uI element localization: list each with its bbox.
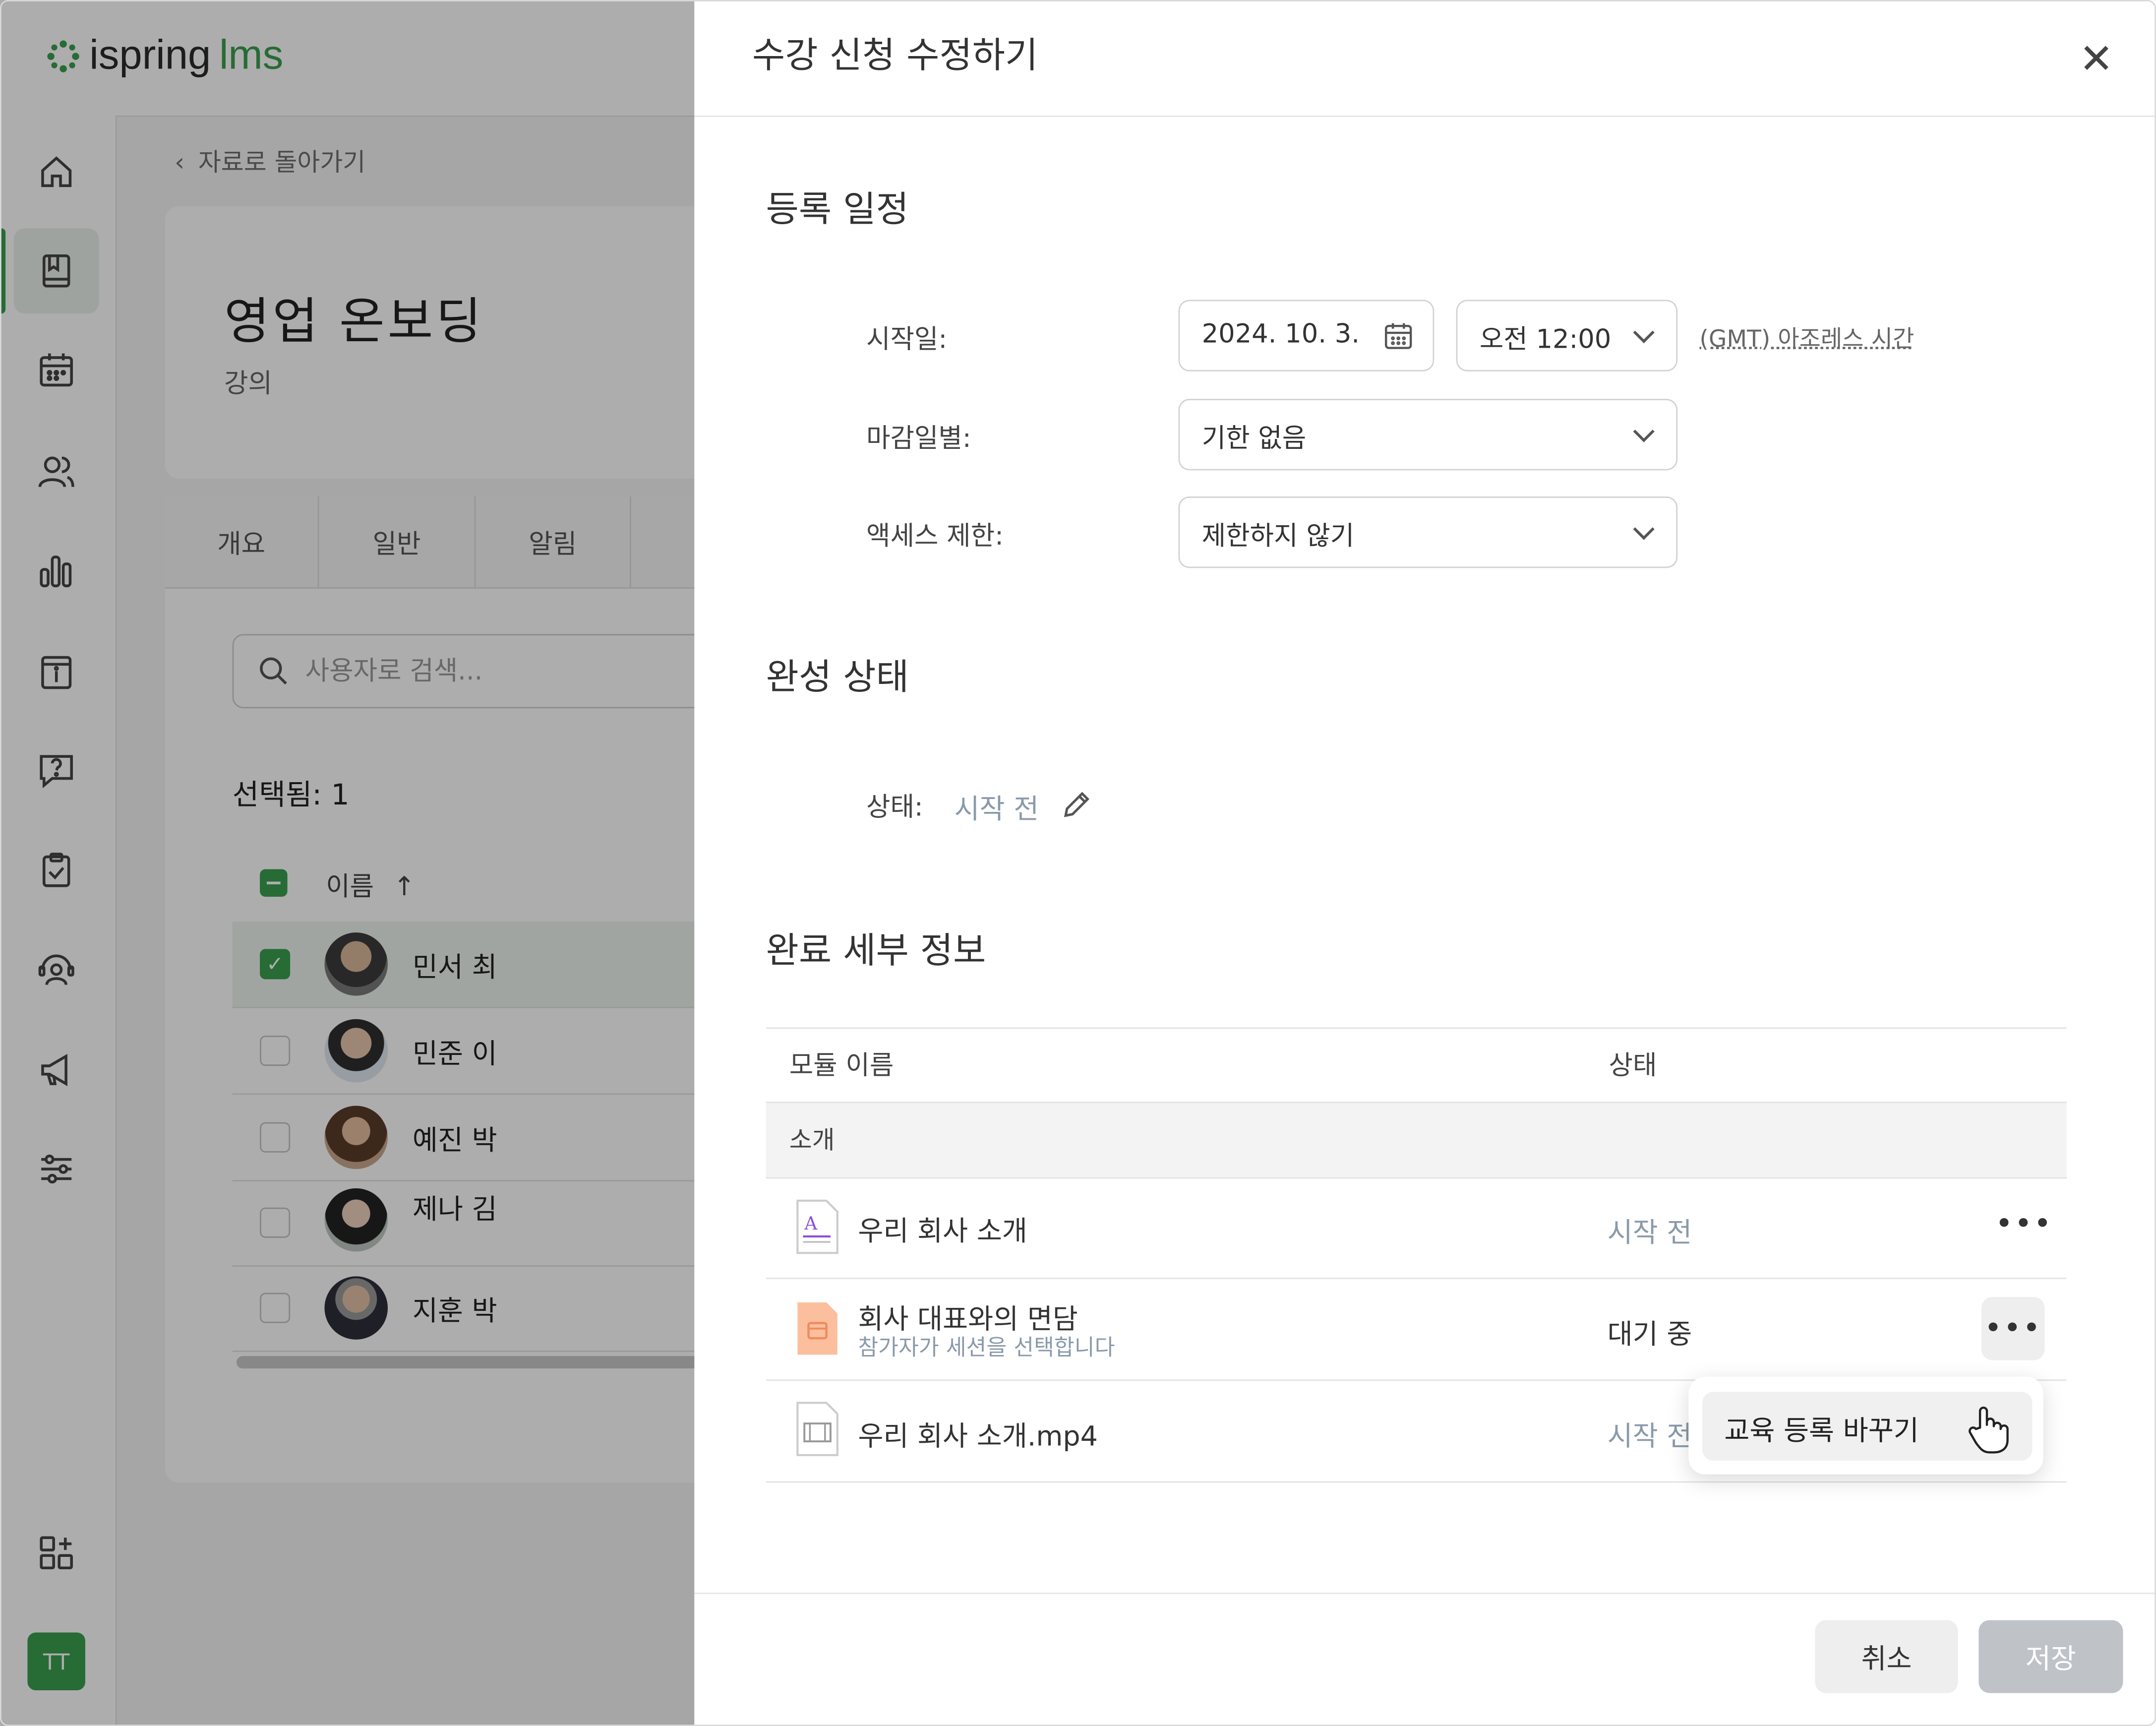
close-icon[interactable]: ✕ xyxy=(2079,36,2114,84)
section-completion-status: 완성 상태 xyxy=(766,657,909,699)
more-options-icon[interactable]: ••• xyxy=(1995,1208,2053,1242)
module-status: 시작 전 xyxy=(1607,1216,1692,1249)
module-status: 대기 중 xyxy=(1607,1317,1692,1351)
footer-divider xyxy=(694,1593,2156,1594)
due-date-label: 마감일별: xyxy=(866,424,971,454)
app-root: ispring lms TT ‹ 자료로 돌아가기 영업 온보딩 강의 개요 일반 … xyxy=(0,0,2156,1726)
module-name: 우리 회사 소개 xyxy=(858,1214,1027,1248)
module-name: 우리 회사 소개.mp4 xyxy=(858,1419,1098,1453)
save-button[interactable]: 저장 xyxy=(1978,1620,2123,1693)
start-date-field[interactable]: 2024. 10. 3. xyxy=(1178,300,1435,371)
access-limit-select[interactable]: 제한하지 않기 xyxy=(1178,496,1678,568)
calendar-icon xyxy=(797,1302,838,1355)
chevron-down-icon xyxy=(1633,518,1655,540)
group-name: 소개 xyxy=(789,1126,835,1156)
section-schedule: 등록 일정 xyxy=(766,189,909,231)
menu-item-label: 교육 등록 바꾸기 xyxy=(1724,1414,1919,1447)
more-options-button[interactable]: ••• xyxy=(1981,1296,2045,1360)
more-options-icon: ••• xyxy=(1984,1311,2042,1346)
svg-text:A: A xyxy=(804,1214,818,1234)
video-icon xyxy=(796,1402,838,1456)
start-date-label: 시작일: xyxy=(866,324,948,355)
cancel-button[interactable]: 취소 xyxy=(1815,1620,1958,1693)
dialog-title: 수강 신청 수정하기 xyxy=(752,36,1038,77)
access-limit-label: 액세스 제한: xyxy=(866,521,1004,552)
divider xyxy=(694,115,2156,117)
section-completion-details: 완료 세부 정보 xyxy=(766,931,986,973)
start-time-value: 오전 12:00 xyxy=(1479,324,1612,355)
chevron-down-icon xyxy=(1633,321,1655,344)
hand-pointer-icon xyxy=(1969,1406,2009,1454)
calendar-icon[interactable] xyxy=(1383,320,1414,351)
document-icon: A xyxy=(796,1199,838,1254)
table-top-border xyxy=(766,1027,2067,1029)
status-label: 상태: xyxy=(866,792,923,823)
start-time-select[interactable]: 오전 12:00 xyxy=(1456,300,1678,371)
col-status: 상태 xyxy=(1609,1050,1657,1081)
module-status: 시작 전 xyxy=(1607,1419,1692,1453)
timezone-link[interactable]: (GMT) 아조레스 시간 xyxy=(1699,319,1914,353)
due-date-select[interactable]: 기한 없음 xyxy=(1178,399,1678,471)
col-module-name: 모듈 이름 xyxy=(789,1050,894,1081)
chevron-down-icon xyxy=(1633,421,1655,442)
due-date-value: 기한 없음 xyxy=(1201,424,1307,454)
module-subtitle: 참가자가 세션을 선택합니다 xyxy=(858,1334,1115,1360)
status-value: 시작 전 xyxy=(954,792,1039,825)
start-date-value: 2024. 10. 3. xyxy=(1201,319,1360,350)
row-divider xyxy=(766,1278,2067,1279)
group-row xyxy=(766,1102,2067,1179)
pencil-icon[interactable] xyxy=(1060,788,1093,821)
row-divider xyxy=(766,1481,2067,1483)
modal-backdrop[interactable] xyxy=(0,0,695,1726)
access-limit-value: 제한하지 않기 xyxy=(1201,521,1355,552)
